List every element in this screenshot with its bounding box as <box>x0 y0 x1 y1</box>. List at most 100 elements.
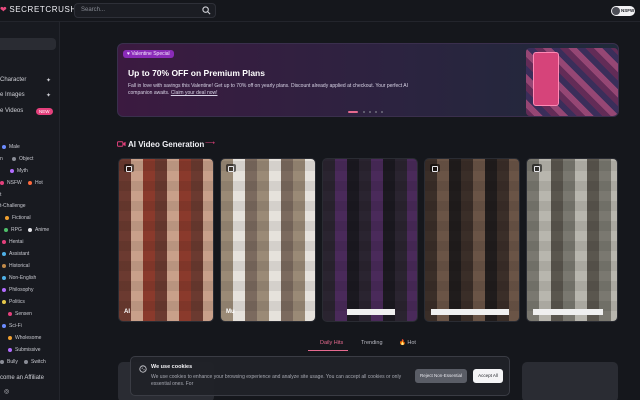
tag-wholesome[interactable]: Wholesome <box>8 335 41 341</box>
sidebar-item-character[interactable]: Character <box>0 77 26 83</box>
top-bar: ❤ SECRETCRUSH Search... NSFW <box>0 0 640 22</box>
tag-label: Fictional <box>12 215 31 221</box>
tag-bully[interactable]: Bully <box>0 359 18 365</box>
tag-object-row: n <box>0 156 3 162</box>
video-camera-icon <box>124 164 134 172</box>
card-caption: AI <box>124 309 130 315</box>
carousel-dot[interactable] <box>381 111 383 113</box>
tag-label: Myth <box>17 168 28 174</box>
tag-sensen[interactable]: Sensen <box>8 311 32 317</box>
tag-philosophy[interactable]: Philosophy <box>2 287 33 293</box>
tab-daily-hits[interactable]: Daily Hits <box>320 340 343 346</box>
tag-fictional[interactable]: Fictional <box>5 215 31 221</box>
tag-label: Sensen <box>15 311 32 317</box>
tag-anime[interactable]: Anime <box>28 227 49 233</box>
affiliate-label: come an Affiliate <box>0 375 44 381</box>
sidebar-item-label: e Images <box>0 92 25 98</box>
tag-historical[interactable]: Historical <box>2 263 30 269</box>
tag-dot-icon <box>2 299 6 304</box>
tab-trending[interactable]: Trending <box>361 340 383 346</box>
carousel-dot[interactable] <box>375 111 377 113</box>
tag-dot-icon <box>12 156 16 161</box>
sparkle-icon: ✦ <box>46 93 52 99</box>
tag-label: Sci-Fi <box>9 323 22 329</box>
carousel-dot[interactable] <box>369 111 371 113</box>
card-caption: Mu <box>226 309 235 315</box>
tag-label: t-Challenge <box>0 203 26 209</box>
video-card[interactable] <box>526 158 618 322</box>
tag-non-english[interactable]: Non-English <box>2 275 36 281</box>
tag-dot-icon <box>8 347 12 352</box>
tag-dot-icon <box>2 239 6 244</box>
tag-label: Anime <box>35 227 50 233</box>
tag-nsfw[interactable]: NSFW <box>0 180 22 186</box>
tag-dot-icon <box>5 215 9 220</box>
video-camera-icon <box>532 164 542 172</box>
reject-non-essential-button[interactable]: Reject Non-Essential <box>415 369 467 383</box>
search-placeholder: Search... <box>81 7 106 13</box>
tag-hot[interactable]: Hot <box>28 180 43 186</box>
tag-label: n <box>0 156 3 162</box>
affiliate-link[interactable]: come an Affiliate <box>0 375 44 381</box>
video-camera-icon <box>117 141 126 147</box>
feed-card[interactable] <box>522 362 618 400</box>
tag-dot-icon <box>4 227 8 232</box>
video-card[interactable] <box>322 158 418 322</box>
video-card[interactable]: Mu <box>220 158 316 322</box>
tag-challenge[interactable]: t-Challenge <box>0 203 26 209</box>
nsfw-toggle[interactable]: NSFW <box>611 6 635 16</box>
tag-rpg[interactable]: RPG <box>4 227 22 233</box>
tag-dot-icon <box>10 168 14 173</box>
valentine-pill: ♥ Valentine Special <box>123 50 174 58</box>
tag-dot-icon <box>2 287 6 292</box>
search-input[interactable]: Search... <box>74 3 216 18</box>
tag-switch[interactable]: Switch <box>24 359 46 365</box>
tag-label: Submissive <box>15 347 41 353</box>
tab-hot[interactable]: 🔥 Hot <box>399 340 416 346</box>
tag-dot-icon <box>8 311 12 316</box>
tag-label: t <box>0 192 2 198</box>
tag-extra[interactable]: t <box>0 192 1 198</box>
tag-submissive[interactable]: Submissive <box>8 347 41 353</box>
sidebar-item-images[interactable]: e Images <box>0 92 25 98</box>
tag-myth[interactable]: Myth <box>10 168 28 174</box>
tag-politics[interactable]: Politics <box>2 299 25 305</box>
tag-hentai[interactable]: Hentai <box>2 239 23 245</box>
sidebar-item-videos[interactable]: e Videos <box>0 108 23 114</box>
cookie-title: We use cookies <box>151 364 193 370</box>
promo-banner[interactable]: ♥ Valentine Special Up to 70% OFF on Pre… <box>117 43 619 117</box>
tag-assistant[interactable]: Assistant <box>2 251 29 257</box>
search-icon[interactable] <box>202 6 211 15</box>
sparkle-icon: ✦ <box>46 78 52 84</box>
phone-illustration <box>533 52 559 106</box>
feed-tabs: Daily Hits Trending 🔥 Hot <box>300 337 520 353</box>
tag-dot-icon <box>0 180 4 185</box>
tag-label: Hot <box>35 180 43 186</box>
tag-label: Historical <box>9 263 30 269</box>
section-title: AI Video Generation <box>128 140 205 149</box>
active-tab-underline <box>308 350 348 351</box>
tag-male[interactable]: Male <box>2 144 20 150</box>
tag-label: Hentai <box>9 239 24 245</box>
tag-object[interactable]: Object <box>12 156 33 162</box>
carousel-dot[interactable] <box>363 111 365 113</box>
tag-dot-icon <box>0 359 4 364</box>
tag-label: Switch <box>31 359 46 365</box>
logo[interactable]: ❤ SECRETCRUSH <box>0 5 77 14</box>
video-card[interactable] <box>424 158 520 322</box>
accept-all-button[interactable]: Accept All <box>473 369 503 383</box>
carousel-dot[interactable] <box>348 111 358 113</box>
section-more-arrow-icon[interactable]: ⟶ <box>205 139 215 147</box>
tag-sci-fi[interactable]: Sci-Fi <box>2 323 22 329</box>
banner-title: Up to 70% OFF on Premium Plans <box>128 68 265 78</box>
valentine-pill-label: Valentine Special <box>131 51 170 57</box>
discord-icon[interactable]: ◎ <box>4 388 9 395</box>
logo-text: SECRETCRUSH <box>9 5 77 14</box>
tag-label: Male <box>9 144 20 150</box>
video-camera-icon <box>430 164 440 172</box>
sidebar-search-input[interactable] <box>0 38 56 50</box>
claim-deal-link[interactable]: Claim your deal now! <box>171 90 218 96</box>
tag-label: RPG <box>11 227 22 233</box>
redacted-caption <box>431 309 509 315</box>
video-card[interactable]: AI <box>118 158 214 322</box>
